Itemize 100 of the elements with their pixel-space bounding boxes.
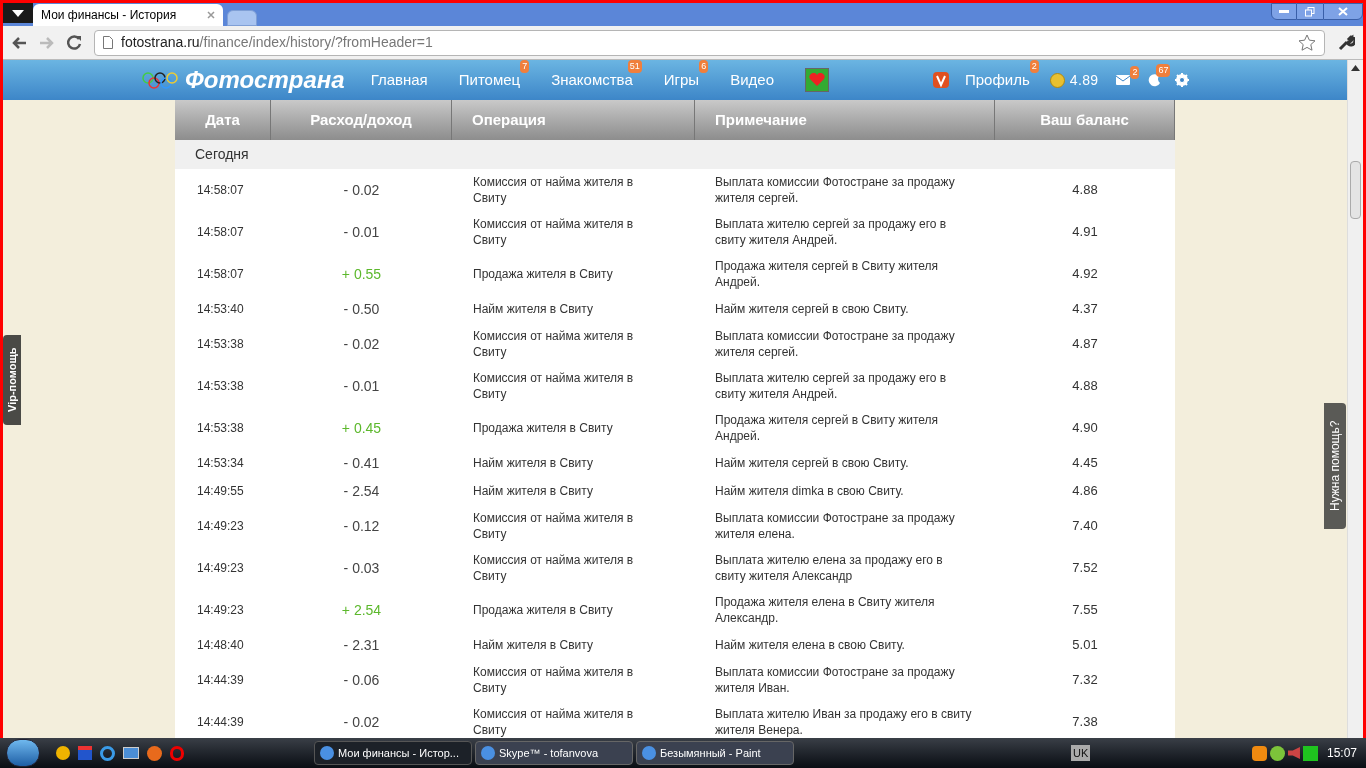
- table-cell-text: 14:44:39: [196, 714, 245, 730]
- table-cell-text: Выплата комиссии Фотостране за продажу жителя сергей.: [714, 328, 956, 360]
- table-cell-text: + 0.45: [340, 420, 383, 436]
- app-icon: [320, 746, 334, 760]
- reload-icon[interactable]: [67, 35, 82, 50]
- table-cell-text: Выплата комиссии Фотостране за продажу жителя сергей.: [714, 174, 956, 206]
- table-cell-text: Комиссия от найма жителя в Свиту: [472, 216, 635, 248]
- url-path: /finance/index/history/?fromHeader=1: [199, 34, 433, 50]
- table-cell-text: Комиссия от найма жителя в Свиту: [472, 706, 635, 738]
- table-cell-text: Комиссия от найма жителя в Свиту: [472, 370, 635, 402]
- table-cell-text: Продажа жителя елена в Свиту жителя Александр.: [714, 594, 936, 626]
- table-cell-text: - 0.12: [342, 518, 381, 534]
- table-cell-text: Выплата жителю сергей за продажу его в свиту жителя Андрей.: [714, 216, 948, 248]
- close-icon: [1338, 7, 1348, 16]
- table-cell-text: Найм жителя в Свиту: [472, 455, 594, 471]
- table-cell-text: Найм жителя сергей в свою Свиту.: [714, 455, 910, 471]
- star-icon[interactable]: [1298, 33, 1316, 52]
- table-cell-text: 14:49:23: [196, 602, 245, 618]
- clock: 15:07: [1326, 745, 1357, 762]
- table-cell-text: + 2.54: [340, 602, 383, 618]
- scroll-thumb[interactable]: [1350, 161, 1361, 219]
- table-cell-text: Продажа жителя сергей в Свиту жителя Андрей.: [714, 412, 940, 444]
- restore-icon: [1305, 6, 1315, 17]
- badge: 67: [1156, 64, 1171, 77]
- table-cell-text: 7.38: [1071, 714, 1099, 730]
- vip-help-tab[interactable]: Vip-помощь: [3, 335, 21, 425]
- minimize-button[interactable]: [1271, 3, 1297, 20]
- table-cell-text: Выплата комиссии Фотостране за продажу жителя Иван.: [714, 664, 956, 696]
- table-cell-text: Комиссия от найма жителя в Свиту: [472, 510, 635, 542]
- speaker-icon[interactable]: [1287, 747, 1300, 759]
- table-cell-text: - 2.31: [342, 637, 381, 653]
- coin-icon: [1049, 72, 1065, 88]
- close-icon[interactable]: [207, 11, 215, 19]
- table-cell-text: 4.86: [1071, 483, 1099, 499]
- table-cell-text: Продажа жителя в Свиту: [472, 420, 614, 436]
- nav-link[interactable]: Питомец: [458, 70, 521, 88]
- table-cell-text: 7.40: [1071, 518, 1099, 534]
- scroll-up-icon[interactable]: [1351, 65, 1360, 71]
- site-logo[interactable]: Фотострана: [185, 62, 345, 98]
- table-cell-text: Найм жителя сергей в свою Свиту.: [714, 301, 910, 317]
- table-cell-text: Выплата жителю сергей за продажу его в свиту жителя Андрей.: [714, 370, 948, 402]
- minimize-icon: [1279, 9, 1289, 14]
- table-cell-text: Найм жителя в Свиту: [472, 637, 594, 653]
- table-cell-text: + 0.55: [340, 266, 383, 282]
- table-cell-text: 4.45: [1071, 455, 1099, 471]
- scrollbar[interactable]: [1347, 60, 1363, 738]
- taskbar-button[interactable]: Безымянный - Paint: [636, 741, 794, 765]
- moon-icon[interactable]: [1147, 73, 1162, 87]
- table-cell-text: Найм жителя в Свиту: [472, 483, 594, 499]
- nav-link[interactable]: Игры: [663, 70, 700, 88]
- taskbar-button[interactable]: Skype™ - tofanvova: [475, 741, 633, 765]
- table-cell-text: 14:58:07: [196, 224, 245, 240]
- taskbar-button[interactable]: Мои финансы - Истор...: [314, 741, 472, 765]
- table-cell-text: 14:53:38: [196, 336, 245, 352]
- nav-link[interactable]: Главная: [370, 70, 428, 88]
- table-cell-text: Выплата жителю елена за продажу его в свиту жителя Александр: [714, 552, 944, 584]
- start-button[interactable]: [6, 739, 40, 767]
- restore-button[interactable]: [1297, 3, 1323, 20]
- rings-icon: [141, 70, 181, 90]
- wrench-icon[interactable]: [1337, 33, 1355, 52]
- table-cell-text: - 0.01: [342, 224, 381, 240]
- table-cell-text: - 0.06: [342, 672, 381, 688]
- nav-link[interactable]: Видео: [730, 70, 774, 88]
- address-bar[interactable]: fotostrana.ru/finance/index/history/?fromHeader=1: [94, 29, 1325, 56]
- nav-link[interactable]: Знакомства: [551, 70, 633, 88]
- profile-link[interactable]: Профиль: [965, 70, 1030, 88]
- balance-value[interactable]: 4.89: [1069, 69, 1099, 91]
- close-button[interactable]: [1323, 3, 1363, 20]
- badge: 2: [1029, 59, 1039, 73]
- help-tab[interactable]: Нужна помощь?: [1324, 403, 1346, 529]
- table-cell-text: 14:53:38: [196, 378, 245, 394]
- browser-tab[interactable]: Мои финансы - История: [33, 4, 223, 26]
- back-icon[interactable]: [11, 35, 27, 50]
- settings-icon[interactable]: [1175, 73, 1190, 87]
- badge: 2: [1130, 66, 1140, 79]
- table-cell-text: 4.92: [1071, 266, 1099, 282]
- table-cell-text: 4.37: [1071, 301, 1099, 317]
- table-cell-text: - 0.41: [342, 455, 381, 471]
- app-icon[interactable]: [56, 746, 70, 760]
- table-cell-text: 4.90: [1071, 420, 1099, 436]
- menu-icon[interactable]: [3, 3, 33, 23]
- table-cell-text: 14:53:38: [196, 420, 245, 436]
- table-cell-text: 4.88: [1071, 378, 1099, 394]
- table-cell-text: Комиссия от найма жителя в Свиту: [472, 552, 635, 584]
- table-cell-text: Найм жителя в Свиту: [472, 301, 594, 317]
- language-indicator[interactable]: UK: [1071, 744, 1091, 762]
- table-cell-text: 14:58:07: [196, 182, 245, 198]
- badge: 6: [699, 59, 709, 73]
- group-label: Сегодня: [195, 145, 249, 164]
- table-cell-text: 14:49:23: [196, 518, 245, 534]
- vip-icon[interactable]: [933, 72, 949, 88]
- table-cell-text: - 2.54: [342, 483, 381, 499]
- app-icon: [642, 746, 656, 760]
- table-cell-text: 14:53:34: [196, 455, 245, 471]
- mail-icon[interactable]: [1116, 75, 1131, 85]
- tray-icon[interactable]: [1251, 745, 1267, 761]
- table-cell-text: 14:49:55: [196, 483, 245, 499]
- table-cell-text: 4.88: [1071, 182, 1099, 198]
- table-cell-text: - 0.50: [342, 301, 381, 317]
- table-cell-text: - 0.03: [342, 560, 381, 576]
